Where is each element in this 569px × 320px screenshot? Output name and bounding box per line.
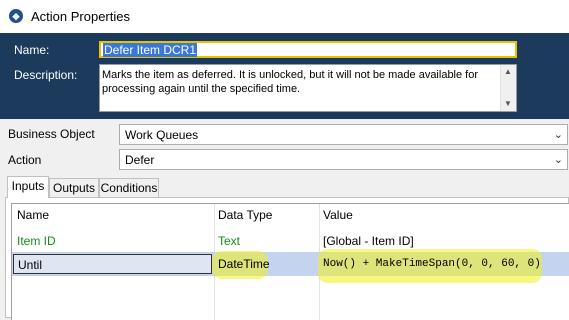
scroll-down-icon[interactable]: ▼ bbox=[504, 99, 512, 108]
properties-header: Name: Defer Item DCR1 Description: Marks… bbox=[0, 33, 569, 119]
column-header-value[interactable]: Value bbox=[323, 208, 353, 222]
action-value: Defer bbox=[125, 153, 155, 167]
tab-outputs[interactable]: Outputs bbox=[49, 178, 99, 197]
business-object-label: Business Object bbox=[8, 127, 95, 141]
action-label: Action bbox=[8, 153, 42, 167]
param-type-item-id[interactable]: Text bbox=[218, 234, 240, 248]
business-object-dropdown[interactable]: Work Queues ⌄ bbox=[119, 124, 568, 145]
tab-conditions[interactable]: Conditions bbox=[99, 178, 159, 197]
inputs-panel: Name Data Type Value Item ID Text [Globa… bbox=[5, 197, 569, 320]
param-name-until-cell[interactable] bbox=[13, 254, 212, 274]
param-name-item-id[interactable]: Item ID bbox=[17, 234, 56, 248]
chevron-down-icon: ⌄ bbox=[553, 154, 563, 166]
param-value-until[interactable]: Now() + MakeTimeSpan(0, 0, 60, 0) bbox=[323, 258, 541, 270]
window-title: Action Properties bbox=[31, 9, 130, 24]
description-textarea[interactable]: Marks the item as deferred. It is unlock… bbox=[99, 64, 517, 112]
chevron-down-icon: ⌄ bbox=[553, 129, 563, 141]
param-name-until[interactable]: Until bbox=[18, 258, 42, 272]
action-dropdown[interactable]: Defer ⌄ bbox=[119, 149, 568, 170]
tab-inputs[interactable]: Inputs bbox=[7, 176, 49, 198]
column-header-data-type[interactable]: Data Type bbox=[218, 208, 272, 222]
name-input-value: Defer Item DCR1 bbox=[103, 43, 198, 57]
title-bar: ◆ Action Properties bbox=[0, 0, 569, 33]
scroll-up-icon[interactable]: ▲ bbox=[504, 67, 512, 76]
business-object-value: Work Queues bbox=[125, 128, 199, 142]
column-header-name[interactable]: Name bbox=[17, 208, 49, 222]
description-label: Description: bbox=[14, 68, 78, 82]
param-value-item-id[interactable]: [Global - Item ID] bbox=[323, 234, 414, 248]
description-scrollbar[interactable]: ▲ ▼ bbox=[500, 65, 516, 111]
blue-prism-object-icon: ◆ bbox=[9, 9, 23, 23]
name-input[interactable]: Defer Item DCR1 bbox=[99, 41, 517, 58]
description-text: Marks the item as deferred. It is unlock… bbox=[102, 69, 479, 95]
param-type-until[interactable]: DateTime bbox=[218, 257, 270, 271]
name-label: Name: bbox=[14, 43, 50, 57]
inputs-grid: Name Data Type Value Item ID Text [Globa… bbox=[11, 203, 569, 320]
